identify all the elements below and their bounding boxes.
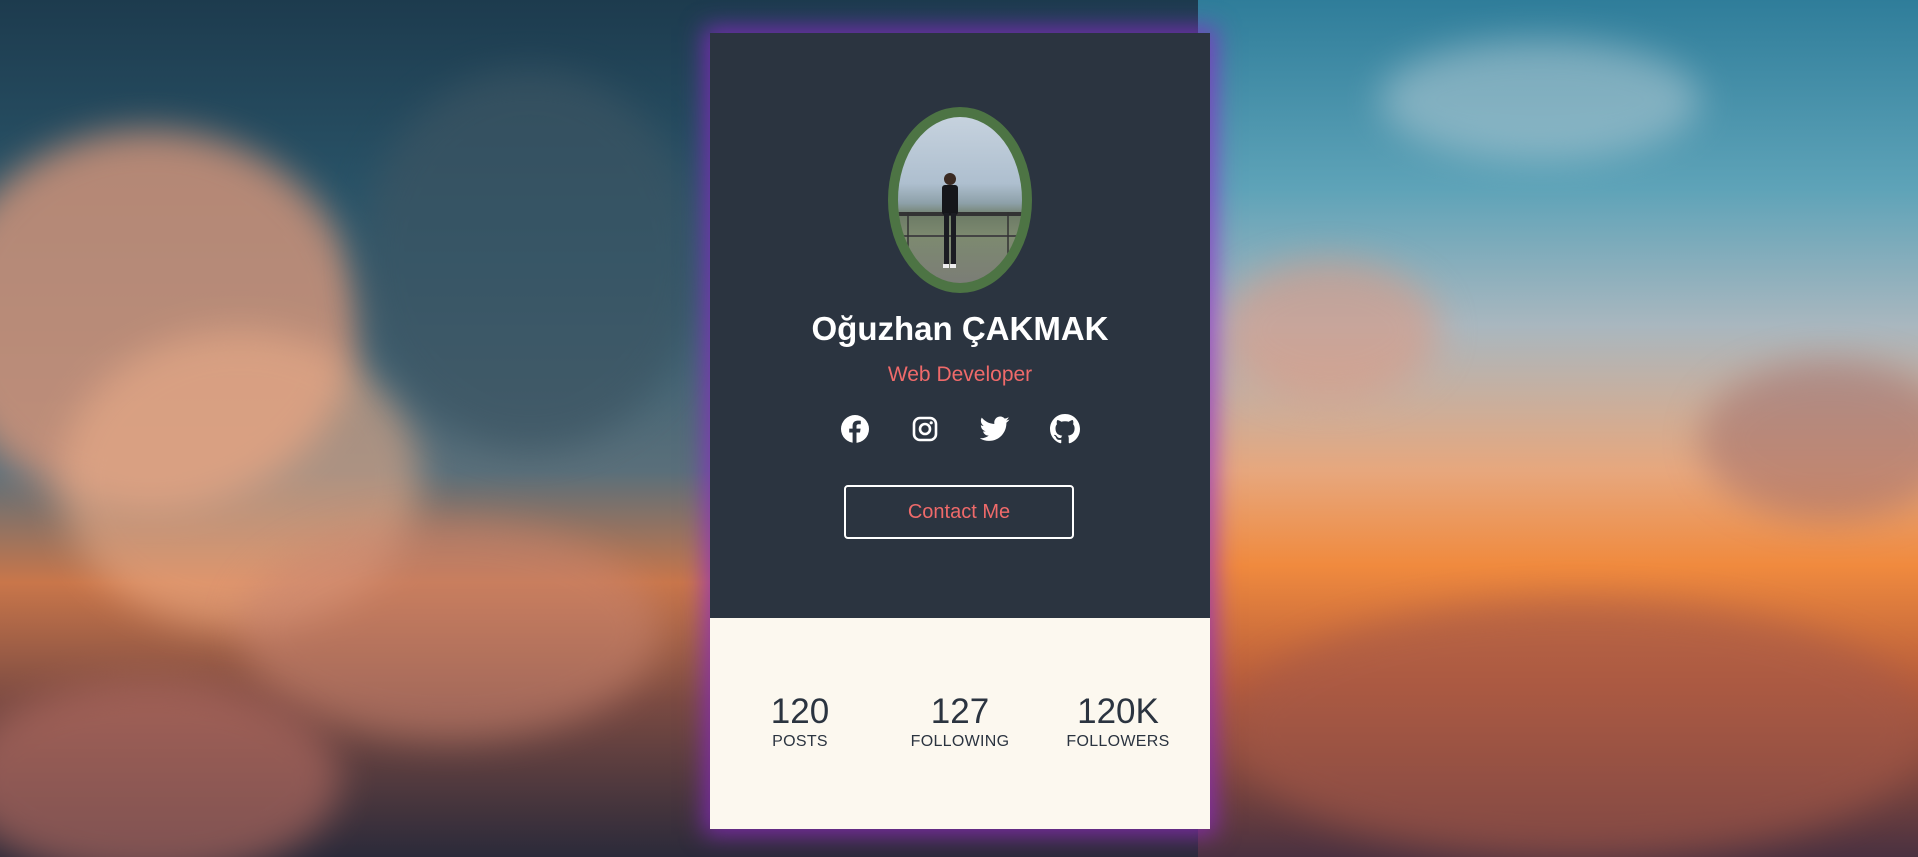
stat-label: FOLLOWING — [910, 733, 1010, 750]
profile-stats: 120 POSTS 127 FOLLOWING 120K FOLLOWERS — [710, 618, 1210, 829]
instagram-link[interactable] — [907, 411, 943, 447]
stat-label: FOLLOWERS — [1066, 733, 1170, 750]
twitter-icon — [980, 416, 1010, 441]
stat-followers: 120K FOLLOWERS — [1038, 692, 1198, 752]
twitter-link[interactable] — [977, 411, 1013, 447]
social-links — [710, 411, 1210, 451]
facebook-icon — [841, 415, 869, 443]
facebook-link[interactable] — [837, 411, 873, 447]
cloud — [0, 680, 340, 857]
github-link[interactable] — [1047, 411, 1083, 447]
stat-following: 127 FOLLOWING — [880, 692, 1040, 752]
cloud — [1380, 40, 1700, 160]
profile-name: Oğuzhan ÇAKMAK — [811, 310, 1109, 347]
profile-card: Oğuzhan ÇAKMAK Web Developer Contact Me … — [710, 33, 1210, 829]
stat-value: 120K — [1077, 692, 1159, 731]
instagram-icon — [912, 416, 938, 442]
cloud — [240, 520, 660, 740]
profile-role: Web Developer — [887, 363, 1033, 386]
stat-label: POSTS — [772, 733, 828, 750]
avatar-photo — [898, 173, 1022, 268]
cloud — [1230, 600, 1918, 857]
stat-value: 127 — [930, 692, 990, 731]
avatar-frame — [888, 107, 1032, 293]
cloud — [1220, 260, 1440, 400]
cloud — [360, 70, 700, 450]
stat-value: 120 — [770, 692, 830, 731]
profile-header: Oğuzhan ÇAKMAK Web Developer Contact Me — [710, 33, 1210, 618]
contact-me-button[interactable]: Contact Me — [844, 485, 1074, 539]
avatar — [898, 117, 1022, 283]
github-icon — [1050, 414, 1080, 444]
stat-posts: 120 POSTS — [720, 692, 880, 752]
